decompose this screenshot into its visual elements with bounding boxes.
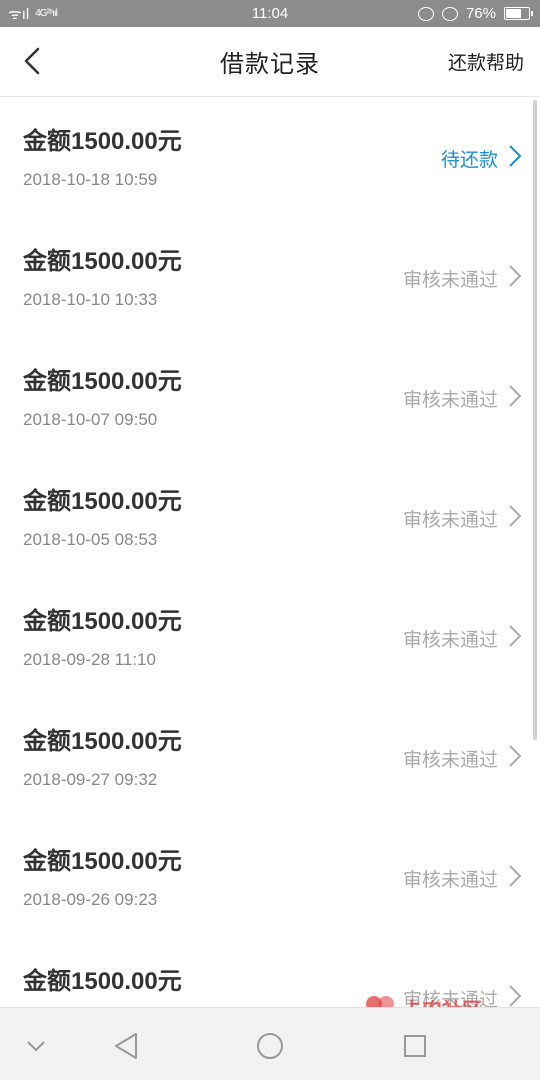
- status-bar: ᯤıl 4G²⁸ııl 11:04 76%: [0, 0, 540, 27]
- page-title: 借款记录: [220, 51, 320, 78]
- chevron-right-icon: [509, 385, 522, 407]
- record-amount: 金额1500.00元: [23, 248, 182, 275]
- network-icon: 4G²⁸ııl: [35, 8, 58, 19]
- vibrate-icon: [417, 6, 434, 21]
- square-recent-icon[interactable]: [395, 1026, 435, 1066]
- system-nav-bar: [0, 1007, 540, 1080]
- scrollbar[interactable]: [533, 100, 537, 740]
- signal-icon: ᯤıl: [8, 5, 30, 23]
- record-status: 审核未通过: [402, 390, 498, 411]
- chevron-right-icon: [509, 985, 522, 1007]
- chevron-right-icon: [509, 865, 522, 887]
- record-status: 审核未通过: [402, 510, 498, 531]
- record-date: 2018-10-10 10:33: [23, 290, 158, 309]
- loan-record-row[interactable]: 金额1500.00元 2018-10-18 10:59 待还款: [0, 97, 540, 217]
- record-amount: 金额1500.00元: [23, 968, 182, 995]
- record-date: 2018-09-28 11:10: [23, 650, 156, 669]
- record-amount: 金额1500.00元: [23, 608, 182, 635]
- chevron-right-icon: [509, 505, 522, 527]
- battery-icon: [504, 7, 533, 20]
- record-date: 2018-10-07 09:50: [23, 410, 158, 429]
- rotation-lock-icon: [441, 6, 458, 21]
- chevron-right-icon: [509, 745, 522, 767]
- chevron-right-icon: [509, 625, 522, 647]
- circle-home-icon[interactable]: [250, 1026, 290, 1066]
- chevron-down-icon[interactable]: [16, 1026, 56, 1066]
- record-date: 2018-09-26 09:23: [23, 890, 158, 909]
- loan-record-row[interactable]: 金额1500.00元 2018-09-27 09:32 审核未通过: [0, 697, 540, 817]
- status-bar-left: ᯤıl 4G²⁸ııl: [0, 4, 58, 24]
- record-status: 审核未通过: [402, 870, 498, 891]
- app-header: 借款记录 还款帮助: [0, 27, 540, 97]
- battery-fill: [506, 9, 522, 18]
- loan-record-row[interactable]: 金额1500.00元 2018-10-05 08:53 审核未通过: [0, 457, 540, 577]
- loan-record-row[interactable]: 金额1500.00元 2018-09-28 11:10 审核未通过: [0, 577, 540, 697]
- record-status: 审核未通过: [402, 630, 498, 651]
- loan-record-row[interactable]: 金额1500.00元 2018-10-07 09:50 审核未通过: [0, 337, 540, 457]
- loan-record-row[interactable]: 金额1500.00元 2018-10-10 10:33 审核未通过: [0, 217, 540, 337]
- record-amount: 金额1500.00元: [23, 368, 182, 395]
- record-amount: 金额1500.00元: [23, 488, 182, 515]
- status-bar-right: 76%: [417, 5, 540, 22]
- record-status: 审核未通过: [402, 270, 498, 291]
- record-date: 2018-10-05 08:53: [23, 530, 158, 549]
- record-amount: 金额1500.00元: [23, 128, 182, 155]
- triangle-back-icon[interactable]: [106, 1026, 146, 1066]
- repayment-help-link[interactable]: 还款帮助: [448, 48, 524, 75]
- record-amount: 金额1500.00元: [23, 848, 182, 875]
- screen: ᯤıl 4G²⁸ııl 11:04 76% 借款记录 还款帮助 金额1500.0…: [0, 0, 540, 1080]
- record-status: 审核未通过: [402, 750, 498, 771]
- record-status: 待还款: [440, 150, 498, 171]
- record-date: 2018-10-18 10:59: [23, 170, 158, 189]
- loan-record-row[interactable]: 金额1500.00元 2018-09-26 09:23 审核未通过: [0, 817, 540, 937]
- chevron-left-icon[interactable]: [14, 41, 54, 81]
- battery-percent: 76%: [465, 5, 496, 22]
- record-date: 2018-09-27 09:32: [23, 770, 158, 789]
- record-amount: 金额1500.00元: [23, 728, 182, 755]
- chevron-right-icon: [509, 265, 522, 287]
- chevron-right-icon: [509, 145, 522, 167]
- loan-record-list: 金额1500.00元 2018-10-18 10:59 待还款 金额1500.0…: [0, 97, 540, 1057]
- battery-tip: [531, 11, 533, 16]
